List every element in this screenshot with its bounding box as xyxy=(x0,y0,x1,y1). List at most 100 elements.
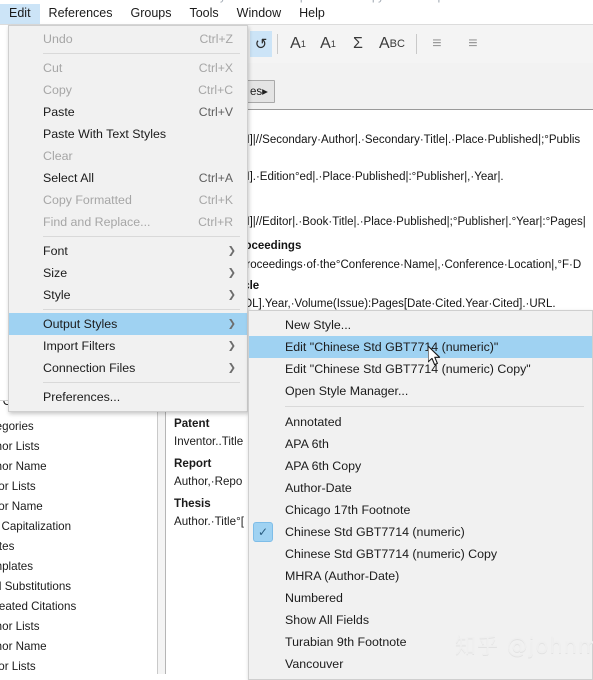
style-menu-item-open-style-manager[interactable]: Open Style Manager... xyxy=(249,380,592,402)
style-menu-item-annotated[interactable]: Annotated xyxy=(249,411,592,433)
menu-item-label: Find and Replace... xyxy=(43,215,151,229)
style-menu-item-mhra-author-date[interactable]: MHRA (Author-Date) xyxy=(249,565,592,587)
menu-item-font[interactable]: Font ❯ xyxy=(9,240,247,262)
style-menu-item-edit-chinese-std-gbt7714-numeric-copy[interactable]: Edit "Chinese Std GBT7714 (numeric) Copy… xyxy=(249,358,592,380)
menu-item-preferences[interactable]: Preferences... xyxy=(9,386,247,408)
menu-item-label: Undo xyxy=(43,32,73,46)
menu-item-label: Paste With Text Styles xyxy=(43,127,167,141)
menu-item-paste-with-text-styles[interactable]: Paste With Text Styles xyxy=(9,123,247,145)
style-menu-item-apa-6th[interactable]: APA 6th xyxy=(249,433,592,455)
menu-item-style[interactable]: Style ❯ xyxy=(9,284,247,306)
menu-item-label: Output Styles xyxy=(43,317,118,331)
menubar-item-references[interactable]: References xyxy=(40,4,122,24)
menu-item-select-all[interactable]: Select All Ctrl+A xyxy=(9,167,247,189)
style-menu-item-turabian-9th-footnote[interactable]: Turabian 9th Footnote xyxy=(249,631,592,653)
style-menu-item-label: New Style... xyxy=(285,318,352,332)
style-section-item[interactable]: ditor Lists xyxy=(0,660,36,673)
reference-type-item: Inventor..Title xyxy=(174,435,244,448)
top-strip-fragment: py xyxy=(372,0,384,3)
output-styles-submenu[interactable]: New Style... Edit "Chinese Std GBT7714 (n… xyxy=(248,310,593,680)
style-menu-item-label: MHRA (Author-Date) xyxy=(285,569,400,583)
menu-item-label: Style xyxy=(43,288,71,302)
style-menu-item-label: Edit "Chinese Std GBT7714 (numeric) Copy… xyxy=(285,362,531,376)
menubar-item-edit[interactable]: Edit xyxy=(0,4,40,24)
menu-item-connection-files[interactable]: Connection Files ❯ xyxy=(9,357,247,379)
menu-item-import-filters[interactable]: Import Filters ❯ xyxy=(9,335,247,357)
menu-item-label: Connection Files xyxy=(43,361,136,375)
template-text-line: icle xyxy=(248,280,260,292)
style-section-item[interactable]: uthor Name xyxy=(0,640,47,653)
menubar-item-window[interactable]: Window xyxy=(228,4,290,24)
menu-item-paste[interactable]: Paste Ctrl+V xyxy=(9,101,247,123)
style-menu-item-vancouver[interactable]: Vancouver xyxy=(249,653,592,675)
menu-item-label: Import Filters xyxy=(43,339,116,353)
style-sections-list[interactable]: ort Orderategoriesuthor Listsuthor Named… xyxy=(0,400,165,675)
style-section-item[interactable]: ditor Name xyxy=(0,500,43,513)
undo-toolbar-button[interactable]: ↺ xyxy=(250,31,272,57)
menu-item-size[interactable]: Size ❯ xyxy=(9,262,247,284)
subscript-icon[interactable]: A1 xyxy=(319,32,337,56)
submenu-separator xyxy=(285,406,584,407)
formatting-toolbar: ↺ A1 A1 Σ A BC ≡ ≡ xyxy=(248,25,593,64)
menubar-item-groups[interactable]: Groups xyxy=(121,4,180,24)
style-menu-item-show-all-fields[interactable]: Show All Fields xyxy=(249,609,592,631)
menu-item-label: Copy xyxy=(43,83,72,97)
style-menu-item-label: Annotated xyxy=(285,415,342,429)
menu-separator xyxy=(43,236,240,237)
abc-icon[interactable]: A BC xyxy=(379,32,405,56)
style-menu-item-label: Turabian 9th Footnote xyxy=(285,635,407,649)
edit-dropdown-menu[interactable]: Undo Ctrl+Z Cut Ctrl+X Copy Ctrl+C Paste Ctrl+V… xyxy=(8,25,248,412)
style-section-item[interactable]: epeated Citations xyxy=(0,600,76,613)
menu-item-output-styles[interactable]: Output Styles ❯ xyxy=(9,313,247,335)
style-menu-item-chicago-17th-footnote[interactable]: Chicago 17th Footnote xyxy=(249,499,592,521)
align-left-icon[interactable]: ≡ xyxy=(428,32,446,56)
style-menu-item-label: Chinese Std GBT7714 (numeric) xyxy=(285,525,465,539)
toolbar-separator xyxy=(415,34,417,54)
reference-type-item: Patent xyxy=(174,417,210,430)
chevron-right-icon: ❯ xyxy=(227,318,236,330)
style-menu-item-chinese-std-gbt7714-numeric[interactable]: ✓ Chinese Std GBT7714 (numeric) xyxy=(249,521,592,543)
top-strip-fragment: u xyxy=(36,0,42,3)
top-strip-fragment: y xyxy=(220,0,226,3)
chevron-right-icon: ❯ xyxy=(227,245,236,257)
style-section-item[interactable]: uthor Name xyxy=(0,460,47,473)
style-section-item[interactable]: notes xyxy=(0,540,14,553)
menu-item-label: Font xyxy=(43,244,68,258)
style-menu-item-numbered[interactable]: Numbered xyxy=(249,587,592,609)
style-menu-item-chinese-std-gbt7714-numeric-copy[interactable]: Chinese Std GBT7714 (numeric) Copy xyxy=(249,543,592,565)
reference-type-item: Author,·Repo xyxy=(174,475,243,488)
style-menu-item-label: Numbered xyxy=(285,591,343,605)
chevron-right-icon: ❯ xyxy=(227,340,236,352)
style-menu-item-edit-chinese-std-gbt7714-numeric[interactable]: Edit "Chinese Std GBT7714 (numeric)" xyxy=(249,336,592,358)
template-text-line: M].·Edition°ed|.·Place·Published|:°Publi… xyxy=(248,171,504,183)
menu-item-shortcut: Ctrl+V xyxy=(198,105,233,119)
template-text-line: M]|//Editor|.·Book·Title|.·Place·Publish… xyxy=(248,216,586,228)
style-section-item[interactable]: ditor Lists xyxy=(0,480,36,493)
style-menu-item-new-style[interactable]: New Style... xyxy=(249,314,592,336)
menubar-item-tools[interactable]: Tools xyxy=(180,4,227,24)
style-section-item[interactable]: ategories xyxy=(0,420,34,433)
style-section-item[interactable]: tle Capitalization xyxy=(0,520,71,533)
style-menu-item-author-date[interactable]: Author-Date xyxy=(249,477,592,499)
menu-item-cut: Cut Ctrl+X xyxy=(9,57,247,79)
style-section-item[interactable]: eld Substitutions xyxy=(0,580,71,593)
align-center-icon[interactable]: ≡ xyxy=(464,32,482,56)
chevron-right-icon: ❯ xyxy=(227,362,236,374)
style-menu-item-label: Chinese Std GBT7714 (numeric) Copy xyxy=(285,547,498,561)
superscript-icon[interactable]: A1 xyxy=(289,32,307,56)
check-icon: ✓ xyxy=(253,522,273,542)
menu-item-label: Copy Formatted xyxy=(43,193,132,207)
style-menu-item-apa-6th-copy[interactable]: APA 6th Copy xyxy=(249,455,592,477)
style-section-item[interactable]: uthor Lists xyxy=(0,620,40,633)
menu-item-find-and-replace: Find and Replace... Ctrl+R xyxy=(9,211,247,233)
style-menu-item-label: Vancouver xyxy=(285,657,344,671)
style-menu-item-label: Show All Fields xyxy=(285,613,370,627)
style-menu-item-label: Open Style Manager... xyxy=(285,384,409,398)
menubar-item-help[interactable]: Help xyxy=(290,4,334,24)
style-section-item[interactable]: emplates xyxy=(0,560,33,573)
menu-item-undo: Undo Ctrl+Z xyxy=(9,28,247,50)
template-text-line: /OL].Year,·Volume(Issue):Pages[Date·Cite… xyxy=(248,298,556,310)
style-menu-item-label: APA 6th Copy xyxy=(285,459,362,473)
style-section-item[interactable]: uthor Lists xyxy=(0,440,40,453)
sigma-icon[interactable]: Σ xyxy=(349,32,367,56)
